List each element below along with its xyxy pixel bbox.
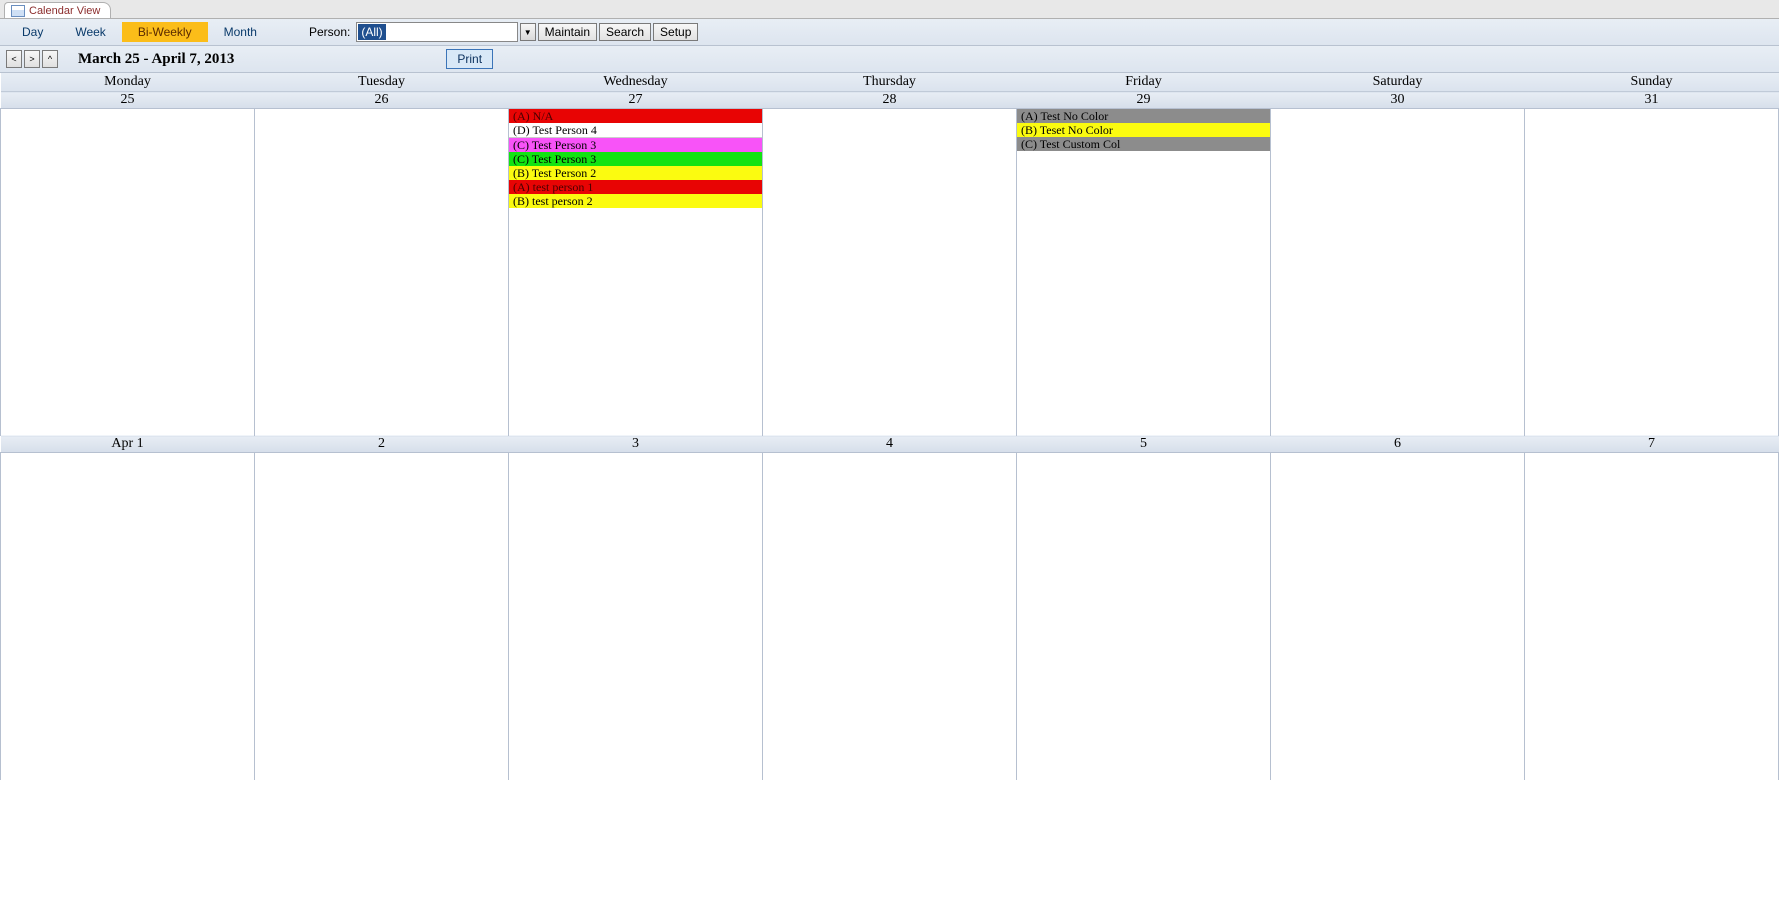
date-header[interactable]: Apr 1	[1, 436, 255, 453]
date-nav-bar: < > ^ March 25 - April 7, 2013 Print	[0, 46, 1779, 73]
view-day-button[interactable]: Day	[6, 22, 59, 42]
next-button[interactable]: >	[24, 50, 40, 68]
week1-date-row: 25 26 27 28 29 30 31	[1, 92, 1779, 109]
day-cell[interactable]	[763, 453, 1017, 780]
day-cell[interactable]: (A) N/A (D) Test Person 4 (C) Test Perso…	[509, 109, 763, 436]
day-cell[interactable]	[255, 453, 509, 780]
day-cell[interactable]	[1271, 109, 1525, 436]
view-week-button[interactable]: Week	[59, 22, 121, 42]
event-item[interactable]: (C) Test Person 3	[509, 152, 762, 166]
date-header[interactable]: 6	[1271, 436, 1525, 453]
tab-label: Calendar View	[29, 5, 100, 17]
form-icon	[11, 5, 25, 17]
week2-cells	[1, 453, 1779, 780]
day-cell[interactable]	[763, 109, 1017, 436]
person-select-value: (All)	[358, 24, 385, 40]
day-cell[interactable]	[1525, 109, 1779, 436]
weekday-header: Tuesday	[255, 73, 509, 92]
event-item[interactable]: (B) test person 2	[509, 194, 762, 208]
date-header[interactable]: 31	[1525, 92, 1779, 109]
day-cell[interactable]	[1, 453, 255, 780]
date-header[interactable]: 27	[509, 92, 763, 109]
weekday-header-row: Monday Tuesday Wednesday Thursday Friday…	[1, 73, 1779, 92]
event-item[interactable]: (D) Test Person 4	[509, 123, 762, 138]
document-tab-bar: Calendar View	[0, 0, 1779, 19]
event-item[interactable]: (B) Teset No Color	[1017, 123, 1270, 137]
date-header[interactable]: 25	[1, 92, 255, 109]
weekday-header: Saturday	[1271, 73, 1525, 92]
week2-date-row: Apr 1 2 3 4 5 6 7	[1, 436, 1779, 453]
weekday-header: Monday	[1, 73, 255, 92]
tab-calendar-view[interactable]: Calendar View	[4, 2, 111, 18]
weekday-header: Wednesday	[509, 73, 763, 92]
person-label: Person:	[303, 25, 356, 39]
date-header[interactable]: 29	[1017, 92, 1271, 109]
date-header[interactable]: 26	[255, 92, 509, 109]
person-select[interactable]: (All)	[356, 22, 517, 42]
weekday-header: Thursday	[763, 73, 1017, 92]
person-dropdown-button[interactable]: ▼	[520, 23, 536, 41]
up-button[interactable]: ^	[42, 50, 58, 68]
event-item[interactable]: (C) Test Person 3	[509, 138, 762, 152]
date-header[interactable]: 7	[1525, 436, 1779, 453]
date-header[interactable]: 3	[509, 436, 763, 453]
print-button[interactable]: Print	[446, 49, 493, 69]
weekday-header: Sunday	[1525, 73, 1779, 92]
date-header[interactable]: 28	[763, 92, 1017, 109]
maintain-button[interactable]: Maintain	[538, 23, 597, 41]
date-range-label: March 25 - April 7, 2013	[78, 51, 234, 68]
day-cell[interactable]	[509, 453, 763, 780]
view-toolbar: Day Week Bi-Weekly Month Person: (All) ▼…	[0, 19, 1779, 46]
setup-button[interactable]: Setup	[653, 23, 698, 41]
event-item[interactable]: (A) N/A	[509, 109, 762, 123]
day-cell[interactable]	[255, 109, 509, 436]
view-biweekly-button[interactable]: Bi-Weekly	[122, 22, 208, 42]
week1-cells: (A) N/A (D) Test Person 4 (C) Test Perso…	[1, 109, 1779, 436]
day-cell[interactable]	[1017, 453, 1271, 780]
event-item[interactable]: (B) Test Person 2	[509, 166, 762, 180]
weekday-header: Friday	[1017, 73, 1271, 92]
prev-button[interactable]: <	[6, 50, 22, 68]
day-cell[interactable]	[1525, 453, 1779, 780]
event-item[interactable]: (A) test person 1	[509, 180, 762, 194]
date-header[interactable]: 4	[763, 436, 1017, 453]
view-month-button[interactable]: Month	[208, 22, 273, 42]
date-header[interactable]: 2	[255, 436, 509, 453]
date-header[interactable]: 5	[1017, 436, 1271, 453]
day-cell[interactable]: (A) Test No Color (B) Teset No Color (C)…	[1017, 109, 1271, 436]
event-item[interactable]: (C) Test Custom Col	[1017, 137, 1270, 151]
calendar-grid: Monday Tuesday Wednesday Thursday Friday…	[0, 73, 1779, 780]
day-cell[interactable]	[1271, 453, 1525, 780]
event-item[interactable]: (A) Test No Color	[1017, 109, 1270, 123]
search-button[interactable]: Search	[599, 23, 651, 41]
day-cell[interactable]	[1, 109, 255, 436]
date-header[interactable]: 30	[1271, 92, 1525, 109]
